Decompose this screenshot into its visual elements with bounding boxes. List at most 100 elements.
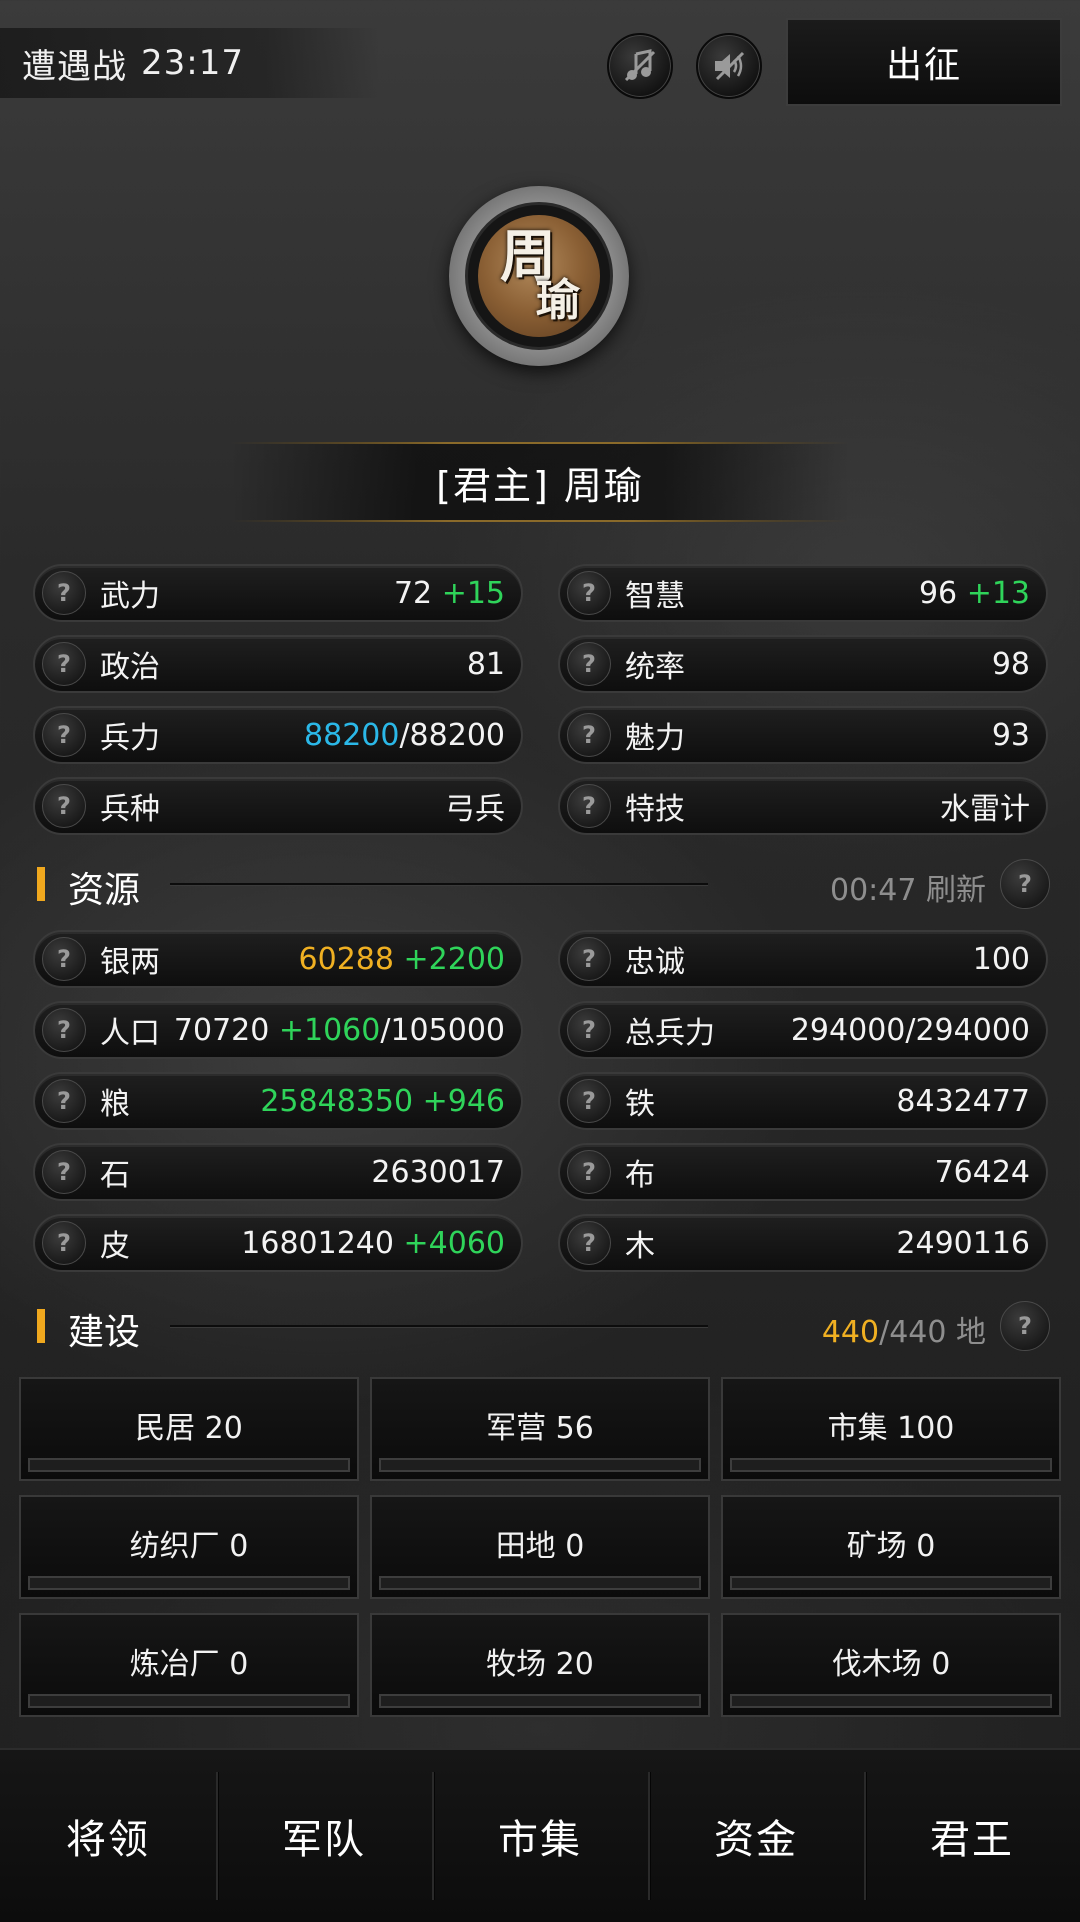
help-icon[interactable]: ?: [42, 571, 86, 615]
help-icon[interactable]: ?: [567, 1008, 611, 1052]
help-icon[interactable]: ?: [567, 1221, 611, 1265]
building-label: 田地 0: [495, 1529, 585, 1564]
stat-label: 兵种: [100, 792, 160, 827]
stat-value: 93: [991, 717, 1030, 753]
music-toggle-button[interactable]: [607, 33, 673, 99]
building-label: 矿场 0: [846, 1529, 936, 1564]
battle-label: 遭遇战: [22, 46, 127, 87]
nav-monarch[interactable]: 君王: [864, 1750, 1080, 1922]
help-icon[interactable]: ?: [1000, 1301, 1050, 1351]
stat-label: 智慧: [625, 579, 685, 614]
resource-label: 银两: [100, 945, 160, 980]
building-label: 伐木场 0: [831, 1647, 951, 1682]
building-market-button[interactable]: 市集 100: [721, 1377, 1061, 1481]
resource-grain: ? 粮 25848350 +946: [33, 1072, 523, 1130]
resource-value: 25848350 +946: [260, 1083, 505, 1119]
help-icon[interactable]: ?: [42, 642, 86, 686]
section-title: 资源: [68, 870, 141, 911]
sound-off-icon: [715, 51, 745, 81]
resource-silver: ? 银两 60288 +2200: [33, 930, 523, 988]
building-label: 纺织厂 0: [129, 1529, 249, 1564]
help-icon[interactable]: ?: [567, 571, 611, 615]
help-icon[interactable]: ?: [1000, 859, 1050, 909]
resource-label: 总兵力: [625, 1016, 715, 1051]
resource-label: 布: [625, 1158, 655, 1193]
nav-generals[interactable]: 将领: [0, 1750, 216, 1922]
stat-politics: ? 政治 81: [33, 635, 523, 693]
resource-population: ? 人口 70720 +1060/105000: [33, 1001, 523, 1059]
help-icon[interactable]: ?: [42, 937, 86, 981]
land-usage: 440/440 地: [821, 1315, 986, 1350]
help-icon[interactable]: ?: [42, 1079, 86, 1123]
help-icon[interactable]: ?: [567, 1079, 611, 1123]
avatar-frame: 周 瑜: [465, 202, 613, 350]
stat-value: 96 +13: [918, 575, 1030, 611]
resource-value: 2490116: [896, 1225, 1030, 1261]
building-textile-button[interactable]: 纺织厂 0: [19, 1495, 359, 1599]
help-icon[interactable]: ?: [42, 1008, 86, 1052]
help-icon[interactable]: ?: [42, 1150, 86, 1194]
section-accent-bar: [37, 867, 45, 901]
building-ranch-button[interactable]: 牧场 20: [370, 1613, 710, 1717]
battle-timer: 遭遇战 23:17: [0, 28, 380, 98]
resource-cloth: ? 布 76424: [558, 1143, 1048, 1201]
stat-unit-type: ? 兵种 弓兵: [33, 777, 523, 835]
resource-value: 294000/294000: [790, 1012, 1030, 1048]
help-icon[interactable]: ?: [567, 1150, 611, 1194]
stat-force: ? 武力 72 +15: [33, 564, 523, 622]
help-icon[interactable]: ?: [567, 937, 611, 981]
help-icon[interactable]: ?: [42, 784, 86, 828]
section-divider: [170, 883, 708, 885]
stat-value: 水雷计: [940, 792, 1030, 827]
avatar-emblem: 周 瑜: [478, 215, 600, 337]
construction-section-header: 建设 440/440 地 ?: [0, 1295, 1080, 1353]
lord-name: [君主] 周瑜: [436, 463, 644, 508]
building-farmland-button[interactable]: 田地 0: [370, 1495, 710, 1599]
resource-total-troops: ? 总兵力 294000/294000: [558, 1001, 1048, 1059]
resource-label: 忠诚: [625, 945, 685, 980]
march-button[interactable]: 出征: [786, 18, 1062, 106]
stat-value: 72 +15: [393, 575, 505, 611]
building-progress: [379, 1694, 701, 1708]
help-icon[interactable]: ?: [567, 642, 611, 686]
stat-value: 弓兵: [445, 792, 505, 827]
bottom-nav: 将领 军队 市集 资金 君王: [0, 1748, 1080, 1922]
nav-market[interactable]: 市集: [432, 1750, 648, 1922]
stat-troops: ? 兵力 88200/88200: [33, 706, 523, 764]
resource-wood: ? 木 2490116: [558, 1214, 1048, 1272]
lord-avatar[interactable]: 周 瑜: [449, 186, 629, 366]
building-label: 军营 56: [486, 1411, 594, 1446]
help-icon[interactable]: ?: [42, 713, 86, 757]
top-bar: 遭遇战 23:17 出征: [0, 0, 1080, 110]
building-progress: [28, 1458, 350, 1472]
help-icon[interactable]: ?: [567, 784, 611, 828]
building-lumberyard-button[interactable]: 伐木场 0: [721, 1613, 1061, 1717]
stat-charm: ? 魅力 93: [558, 706, 1048, 764]
nav-army[interactable]: 军队: [216, 1750, 432, 1922]
building-progress: [379, 1458, 701, 1472]
avatar-char-2: 瑜: [536, 275, 580, 326]
help-icon[interactable]: ?: [42, 1221, 86, 1265]
stat-value: 98: [991, 646, 1030, 682]
music-off-icon: [624, 49, 656, 82]
building-houses-button[interactable]: 民居 20: [19, 1377, 359, 1481]
help-icon[interactable]: ?: [567, 713, 611, 757]
building-barracks-button[interactable]: 军营 56: [370, 1377, 710, 1481]
section-title: 建设: [68, 1312, 141, 1353]
resource-value: 100: [972, 941, 1030, 977]
stat-label: 武力: [100, 579, 160, 614]
building-progress: [730, 1576, 1052, 1590]
sound-toggle-button[interactable]: [696, 33, 762, 99]
stat-label: 特技: [625, 792, 685, 827]
building-progress: [730, 1458, 1052, 1472]
stat-skill: ? 特技 水雷计: [558, 777, 1048, 835]
building-progress: [379, 1576, 701, 1590]
building-mine-button[interactable]: 矿场 0: [721, 1495, 1061, 1599]
building-progress: [28, 1576, 350, 1590]
resource-value: 60288 +2200: [298, 941, 505, 977]
resource-loyalty: ? 忠诚 100: [558, 930, 1048, 988]
resource-value: 16801240 +4060: [241, 1225, 505, 1261]
stat-label: 统率: [625, 650, 685, 685]
nav-funds[interactable]: 资金: [648, 1750, 864, 1922]
building-smelter-button[interactable]: 炼冶厂 0: [19, 1613, 359, 1717]
